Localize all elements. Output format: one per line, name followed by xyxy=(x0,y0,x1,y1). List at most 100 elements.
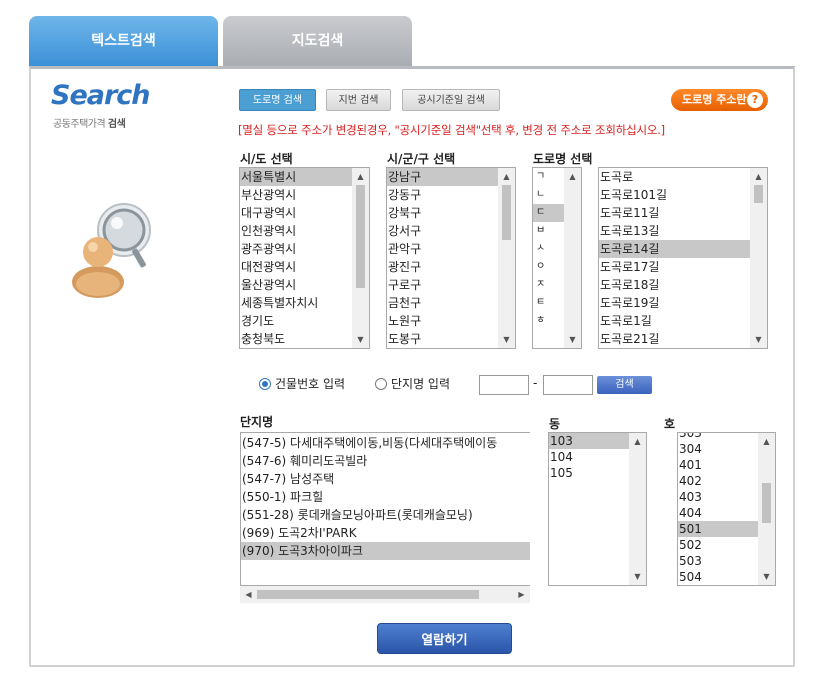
consonant-option[interactable]: ㅈ xyxy=(533,276,564,294)
sido-option[interactable]: 대구광역시 xyxy=(240,204,352,222)
road-option[interactable]: 도곡로14길 xyxy=(599,240,750,258)
road-address-info-button[interactable]: 도로명 주소란 ? xyxy=(671,89,768,111)
sido-listbox[interactable]: 서울특별시 부산광역시 대구광역시 인천광역시 광주광역시 대전광역시 울산광역시 세종특별자… xyxy=(239,167,370,349)
sido-option[interactable]: 부산광역시 xyxy=(240,186,352,204)
sigungu-option[interactable]: 강북구 xyxy=(387,204,498,222)
road-scrollbar[interactable]: ▲ ▼ xyxy=(750,168,767,348)
road-search-button[interactable]: 도로명 검색 xyxy=(239,89,316,111)
consonant-option[interactable]: ㄷ xyxy=(533,204,564,222)
scroll-down-arrow-icon[interactable]: ▼ xyxy=(750,331,767,348)
date-search-button[interactable]: 공시기준일 검색 xyxy=(402,89,500,111)
sigungu-listbox[interactable]: 강남구 강동구 강북구 강서구 관악구 광진구 구로구 금천구 노원구 도봉구 ▲ ▼ xyxy=(386,167,516,349)
complex-option[interactable]: (969) 도곡2차I'PARK xyxy=(241,524,530,542)
scroll-down-arrow-icon[interactable]: ▼ xyxy=(498,331,515,348)
road-option[interactable]: 도곡로11길 xyxy=(599,204,750,222)
complex-option[interactable]: (550-1) 파크힐 xyxy=(241,488,530,506)
road-option[interactable]: 도곡로13길 xyxy=(599,222,750,240)
sigungu-option[interactable]: 도봉구 xyxy=(387,330,498,348)
sido-option[interactable]: 서울특별시 xyxy=(240,168,352,186)
road-option[interactable]: 도곡로17길 xyxy=(599,258,750,276)
scroll-up-arrow-icon[interactable]: ▲ xyxy=(352,168,369,185)
scroll-down-arrow-icon[interactable]: ▼ xyxy=(352,331,369,348)
sigungu-option[interactable]: 노원구 xyxy=(387,312,498,330)
ho-option[interactable]: 401 xyxy=(678,457,758,473)
consonant-scrollbar[interactable]: ▲ ▼ xyxy=(564,168,581,348)
tab-text-search[interactable]: 텍스트검색 xyxy=(29,16,218,67)
dong-option[interactable]: 104 xyxy=(549,449,629,465)
ho-scrollbar[interactable]: ▲ ▼ xyxy=(758,433,775,585)
sigungu-option[interactable]: 광진구 xyxy=(387,258,498,276)
lot-search-button[interactable]: 지번 검색 xyxy=(326,89,391,111)
road-option[interactable]: 도곡로 xyxy=(599,168,750,186)
sido-option[interactable]: 충청북도 xyxy=(240,330,352,348)
complex-listbox[interactable]: (547-5) 다세대주택에이동,비동(다세대주택에이동 (547-6) 훼미리도… xyxy=(240,432,530,586)
scroll-up-arrow-icon[interactable]: ▲ xyxy=(758,433,775,450)
consonant-option[interactable]: ㄱ xyxy=(533,168,564,186)
scroll-left-arrow-icon[interactable]: ◀ xyxy=(240,586,257,603)
ho-option[interactable]: 403 xyxy=(678,489,758,505)
complex-horizontal-scrollbar[interactable]: ◀ ▶ xyxy=(240,586,530,603)
consonant-listbox[interactable]: ㄱㄴㄷㅂㅅㅇㅈㅌㅎ ▲ ▼ xyxy=(532,167,582,349)
complex-name-radio[interactable]: 단지명 입력 xyxy=(375,375,450,392)
dong-option[interactable]: 103 xyxy=(549,433,629,449)
complex-option[interactable]: (970) 도곡3차아이파크 xyxy=(241,542,530,560)
building-number-radio[interactable]: 건물번호 입력 xyxy=(259,375,345,392)
complex-option[interactable]: (547-6) 훼미리도곡빌라 xyxy=(241,452,530,470)
scroll-up-arrow-icon[interactable]: ▲ xyxy=(629,433,646,450)
road-option[interactable]: 도곡로19길 xyxy=(599,294,750,312)
consonant-option[interactable]: ㅇ xyxy=(533,258,564,276)
ho-option[interactable]: 303 xyxy=(678,433,758,441)
consonant-option[interactable]: ㅌ xyxy=(533,294,564,312)
find-button[interactable]: 검색 xyxy=(597,376,652,394)
consonant-option[interactable]: ㅂ xyxy=(533,222,564,240)
complex-option[interactable]: (551-28) 롯데캐슬모닝아파트(롯데캐슬모닝) xyxy=(241,506,530,524)
view-button[interactable]: 열람하기 xyxy=(377,623,512,654)
scroll-up-arrow-icon[interactable]: ▲ xyxy=(564,168,581,185)
consonant-option[interactable]: ㅅ xyxy=(533,240,564,258)
sido-option[interactable]: 세종특별자치시 xyxy=(240,294,352,312)
sido-option[interactable]: 울산광역시 xyxy=(240,276,352,294)
consonant-option[interactable]: ㄴ xyxy=(533,186,564,204)
sido-option[interactable]: 광주광역시 xyxy=(240,240,352,258)
building-sub-number-input[interactable] xyxy=(543,375,593,395)
scroll-down-arrow-icon[interactable]: ▼ xyxy=(564,331,581,348)
ho-option[interactable]: 504 xyxy=(678,569,758,585)
scroll-up-arrow-icon[interactable]: ▲ xyxy=(498,168,515,185)
scroll-up-arrow-icon[interactable]: ▲ xyxy=(750,168,767,185)
road-option[interactable]: 도곡로18길 xyxy=(599,276,750,294)
ho-option[interactable]: 402 xyxy=(678,473,758,489)
sigungu-option[interactable]: 강동구 xyxy=(387,186,498,204)
scroll-right-arrow-icon[interactable]: ▶ xyxy=(513,586,530,603)
sigungu-option[interactable]: 관악구 xyxy=(387,240,498,258)
ho-option[interactable]: 304 xyxy=(678,441,758,457)
sido-option[interactable]: 경기도 xyxy=(240,312,352,330)
dong-listbox[interactable]: 103 104 105 ▲ ▼ xyxy=(548,432,647,586)
sigungu-option[interactable]: 강남구 xyxy=(387,168,498,186)
consonant-option[interactable]: ㅎ xyxy=(533,312,564,330)
dong-option[interactable]: 105 xyxy=(549,465,629,481)
building-main-number-input[interactable] xyxy=(479,375,529,395)
sigungu-scrollbar[interactable]: ▲ ▼ xyxy=(498,168,515,348)
sido-header: 시/도 선택 xyxy=(240,152,293,166)
scroll-down-arrow-icon[interactable]: ▼ xyxy=(629,568,646,585)
road-option[interactable]: 도곡로21길 xyxy=(599,330,750,348)
ho-option[interactable]: 503 xyxy=(678,553,758,569)
scroll-down-arrow-icon[interactable]: ▼ xyxy=(758,568,775,585)
sigungu-option[interactable]: 금천구 xyxy=(387,294,498,312)
road-listbox[interactable]: 도곡로 도곡로101길 도곡로11길 도곡로13길 도곡로14길 도곡로17길 도곡로18길… xyxy=(598,167,768,349)
tab-map-search[interactable]: 지도검색 xyxy=(223,16,412,67)
sigungu-option[interactable]: 강서구 xyxy=(387,222,498,240)
dong-scrollbar[interactable]: ▲ ▼ xyxy=(629,433,646,585)
ho-option[interactable]: 501 xyxy=(678,521,758,537)
road-option[interactable]: 도곡로1길 xyxy=(599,312,750,330)
sido-option[interactable]: 인천광역시 xyxy=(240,222,352,240)
complex-option[interactable]: (547-7) 남성주택 xyxy=(241,470,530,488)
sigungu-option[interactable]: 구로구 xyxy=(387,276,498,294)
sido-scrollbar[interactable]: ▲ ▼ xyxy=(352,168,369,348)
road-option[interactable]: 도곡로101길 xyxy=(599,186,750,204)
sido-option[interactable]: 대전광역시 xyxy=(240,258,352,276)
ho-listbox[interactable]: 303 304 401 402 403 404 501 502 503 504 ▲ ▼ xyxy=(677,432,776,586)
ho-option[interactable]: 404 xyxy=(678,505,758,521)
ho-option[interactable]: 502 xyxy=(678,537,758,553)
complex-option[interactable]: (547-5) 다세대주택에이동,비동(다세대주택에이동 xyxy=(241,434,530,452)
